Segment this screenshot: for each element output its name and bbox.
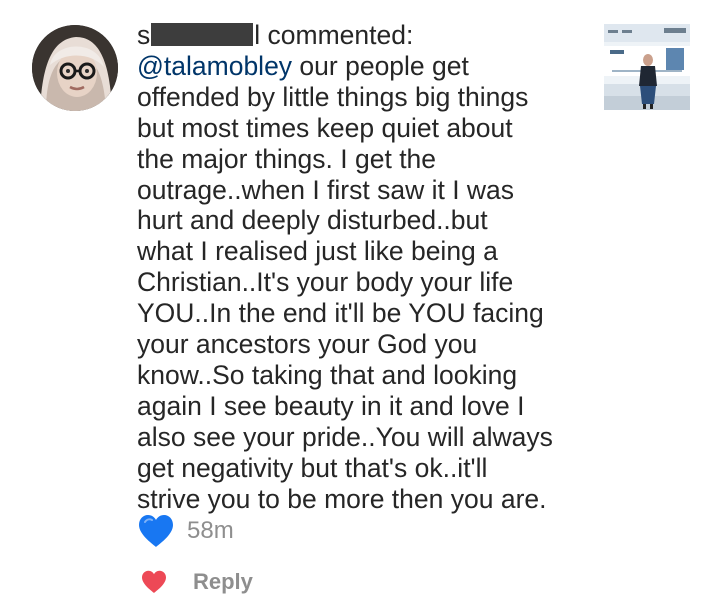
- comment-line-3: but most times keep quiet about: [137, 112, 513, 143]
- comment-line-12: again I see beauty in it and love I: [137, 390, 525, 421]
- post-thumbnail[interactable]: [604, 24, 690, 110]
- commented-label: commented:: [260, 20, 414, 50]
- like-heart-icon[interactable]: [141, 570, 167, 594]
- comment-line-6: hurt and deeply disturbed..but: [137, 205, 488, 236]
- comment-actions: Reply: [141, 567, 253, 597]
- blue-heart-icon: [139, 515, 173, 547]
- comment-timestamp: 58m: [187, 517, 234, 544]
- post-thumbnail-image: [604, 24, 690, 110]
- comment-line-10: your ancestors your God you: [137, 329, 478, 360]
- comment-line-1: our people get: [292, 50, 469, 81]
- comment-line-5: outrage..when I first saw it I was: [137, 174, 515, 205]
- comment-meta: 58m: [137, 514, 234, 548]
- comment-line-8: Christian..It's your body your life: [137, 267, 514, 298]
- comment-line-14: get negativity but that's ok..it'll: [137, 452, 488, 483]
- commenter-avatar[interactable]: [32, 25, 118, 111]
- comment-line-7: what I realised just like being a: [137, 236, 498, 267]
- avatar-photo: [32, 25, 118, 111]
- comment-line-4: the major things. I get the: [137, 143, 437, 174]
- comment-line-15: strive you to be more then you are.: [137, 483, 547, 514]
- comment-line-11: know..So taking that and looking: [137, 359, 518, 390]
- mention-link[interactable]: @talamobley: [137, 51, 292, 81]
- comment-line-2: offended by little things big things: [137, 81, 529, 112]
- comment-text: sl commented: @talamobley our people get…: [137, 20, 587, 515]
- comment-line-9: YOU..In the end it'll be YOU facing: [137, 298, 544, 329]
- comment-line-13: also see your pride..You will always: [137, 421, 553, 452]
- username-redaction: [151, 23, 254, 46]
- username[interactable]: sl: [137, 20, 260, 50]
- reply-button[interactable]: Reply: [193, 569, 253, 595]
